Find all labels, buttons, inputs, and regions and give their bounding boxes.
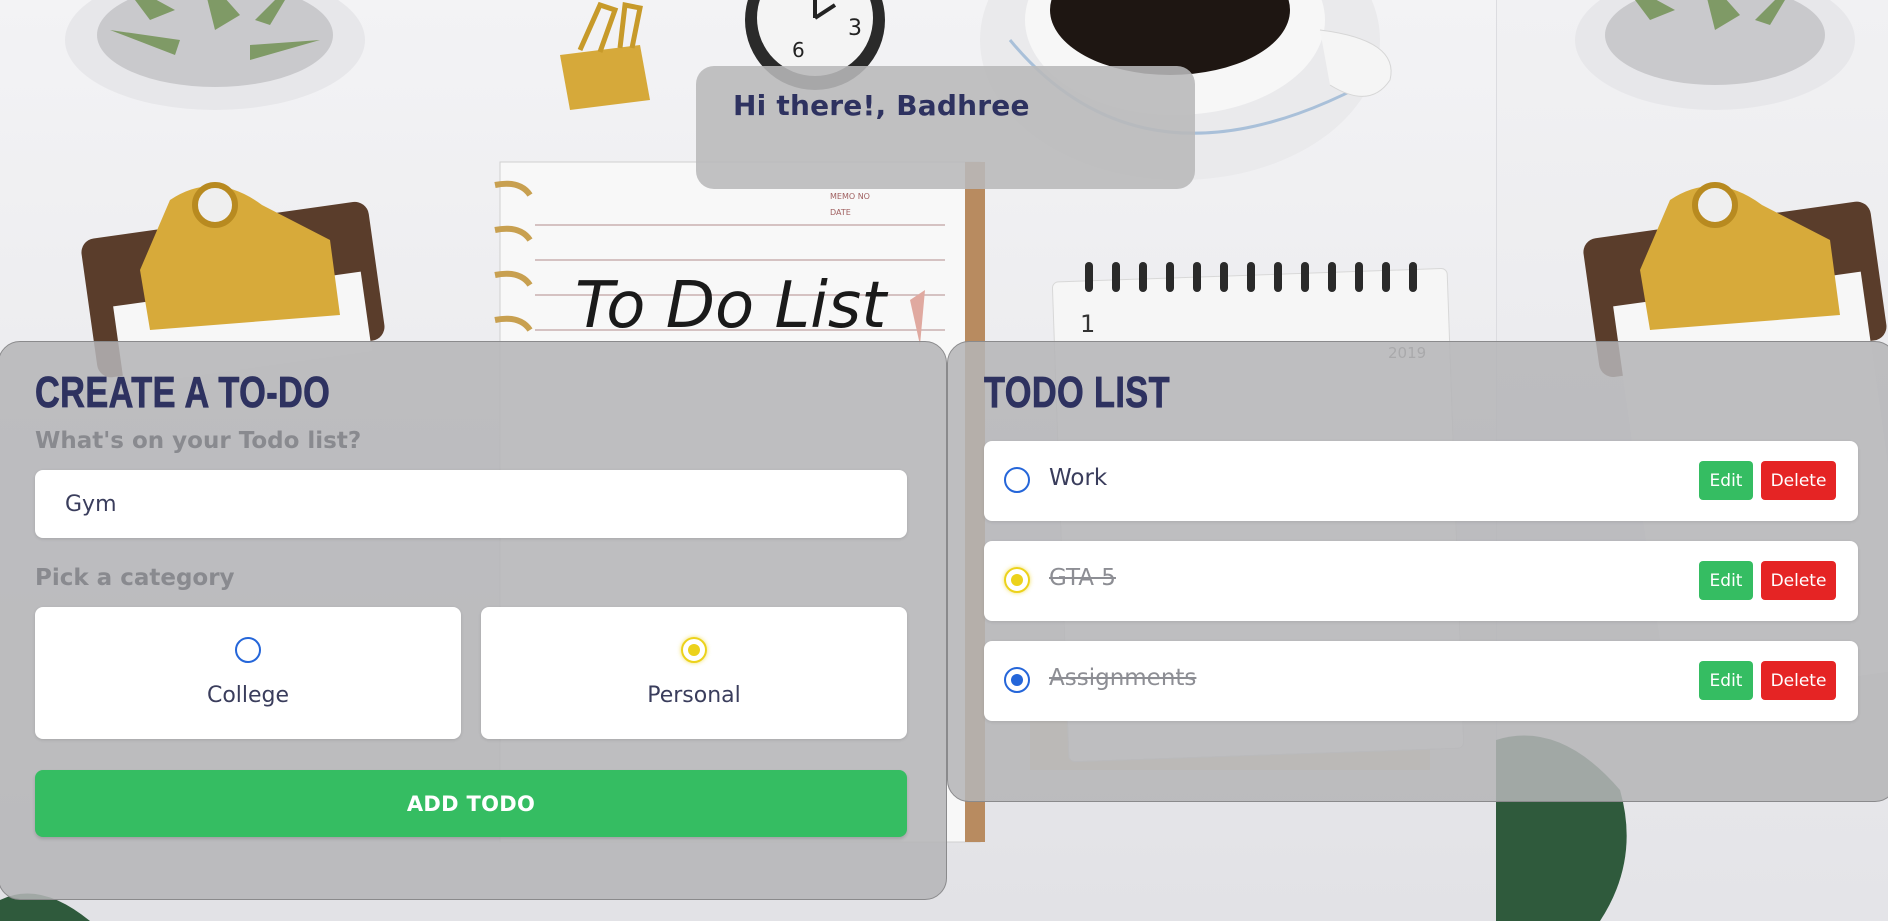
- create-todo-panel: CREATE A TO-DO What's on your Todo list?…: [0, 341, 947, 900]
- binder-clip: [560, 1, 650, 110]
- todo-list-title: TODO LIST: [984, 368, 1170, 418]
- delete-button[interactable]: Delete: [1761, 561, 1836, 600]
- category-label-college: College: [206, 683, 290, 708]
- edit-button[interactable]: Edit: [1699, 461, 1753, 500]
- category-label: Pick a category: [35, 565, 235, 591]
- todo-item: GTA 5 Edit Delete: [984, 541, 1858, 621]
- svg-text:3: 3: [848, 16, 862, 41]
- greeting-text: Hi there!, Badhree: [733, 89, 1030, 122]
- svg-text:6: 6: [792, 38, 805, 62]
- svg-text:MEMO NO: MEMO NO: [830, 192, 870, 201]
- delete-button[interactable]: Delete: [1761, 661, 1836, 700]
- edit-button[interactable]: Edit: [1699, 561, 1753, 600]
- todo-item-checkbox[interactable]: [1004, 567, 1030, 593]
- succulent-plant: [65, 0, 365, 110]
- todo-item-checkbox[interactable]: [1004, 667, 1030, 693]
- category-radio-personal[interactable]: [681, 637, 707, 663]
- todo-item-text: Assignments: [1049, 665, 1197, 691]
- create-todo-title: CREATE A TO-DO: [35, 368, 331, 418]
- category-label-personal: Personal: [647, 683, 741, 708]
- todo-item-text: GTA 5: [1049, 565, 1116, 591]
- todo-item: Work Edit Delete: [984, 441, 1858, 521]
- todo-item: Assignments Edit Delete: [984, 641, 1858, 721]
- category-option-college[interactable]: College: [35, 607, 461, 739]
- todo-input-label: What's on your Todo list?: [35, 428, 362, 454]
- succulent-plant-right: [1575, 0, 1855, 110]
- delete-button[interactable]: Delete: [1761, 461, 1836, 500]
- todo-list-panel: TODO LIST Work Edit Delete GTA 5 Edit De…: [947, 341, 1888, 802]
- category-radio-college[interactable]: [235, 637, 261, 663]
- todo-item-text: Work: [1049, 465, 1108, 491]
- todo-input[interactable]: [35, 470, 907, 538]
- category-option-personal[interactable]: Personal: [481, 607, 907, 739]
- greeting-card: Hi there!, Badhree: [696, 66, 1195, 189]
- todo-item-checkbox[interactable]: [1004, 467, 1030, 493]
- add-todo-button[interactable]: ADD TODO: [35, 770, 907, 837]
- svg-text:To Do List: To Do List: [575, 269, 889, 343]
- svg-text:1: 1: [1080, 310, 1095, 338]
- edit-button[interactable]: Edit: [1699, 661, 1753, 700]
- svg-text:DATE: DATE: [830, 208, 851, 217]
